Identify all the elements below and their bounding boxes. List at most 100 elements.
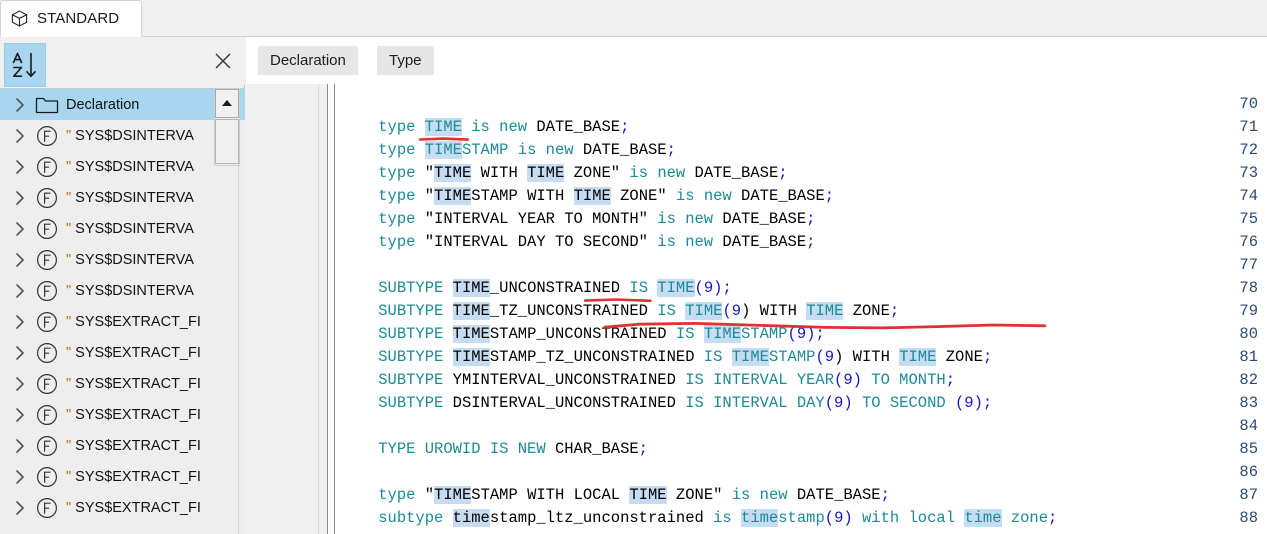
chevron-right-icon[interactable] — [10, 188, 30, 208]
code-token: ZONE — [843, 302, 890, 320]
code-line-82[interactable]: SUBTYPE YMINTERVAL_UNCONSTRAINED IS INTE… — [341, 369, 955, 392]
code-token: type — [378, 233, 425, 251]
code-token: STAMP_TZ_UNCONSTRAINED — [489, 348, 695, 366]
tree-item-9[interactable]: " SYS$EXTRACT_FI — [0, 368, 245, 399]
search-match: TIME — [452, 325, 490, 343]
tree-item-0[interactable]: Declaration — [0, 89, 245, 120]
function-icon — [32, 465, 59, 489]
code-token: ; — [945, 371, 955, 389]
tree-item-label: " SYS$EXTRACT_FI — [66, 375, 201, 392]
left-pane: Declaration " SYS$DSINTERVA " SYS$DSINTERV… — [0, 37, 245, 534]
sort-az-button[interactable] — [4, 43, 46, 87]
tree-item-10[interactable]: " SYS$EXTRACT_FI — [0, 399, 245, 430]
declaration-tree[interactable]: Declaration " SYS$DSINTERVA " SYS$DSINTERV… — [0, 88, 245, 534]
tree-item-13[interactable]: " SYS$EXTRACT_FI — [0, 492, 245, 523]
code-token: STAMP WITH — [471, 187, 574, 205]
code-token: ; — [620, 118, 630, 136]
code-token: ( — [694, 279, 704, 297]
chevron-right-icon[interactable] — [10, 281, 30, 301]
chevron-right-icon[interactable] — [10, 498, 30, 518]
chevron-right-icon[interactable] — [10, 219, 30, 239]
tree-item-6[interactable]: " SYS$DSINTERVA — [0, 275, 245, 306]
code-line-75[interactable]: type "INTERVAL YEAR TO MONTH" is new DAT… — [341, 208, 815, 231]
code-token: INTERVAL DAY — [713, 394, 825, 412]
tree-scroll-track — [238, 125, 239, 534]
tree-item-8[interactable]: " SYS$EXTRACT_FI — [0, 337, 245, 368]
chevron-right-icon[interactable] — [10, 312, 30, 332]
code-token: is new — [647, 210, 723, 228]
line-number-gutter — [246, 84, 318, 534]
tree-item-5[interactable]: " SYS$DSINTERVA — [0, 244, 245, 275]
code-line-88[interactable]: subtype timestamp_ltz_unconstrained is t… — [341, 507, 1057, 530]
code-token: 9 — [834, 394, 844, 412]
code-token: 9 — [834, 509, 844, 527]
code-line-83[interactable]: SUBTYPE DSINTERVAL_UNCONSTRAINED IS INTE… — [341, 392, 992, 415]
code-line-71[interactable]: type TIME is new DATE_BASE; — [341, 116, 629, 139]
scrollbar-thumb[interactable] — [215, 119, 239, 164]
search-match: time — [452, 509, 490, 527]
search-match: TIME — [806, 302, 844, 320]
search-match: TIME — [452, 302, 490, 320]
code-token: ( — [834, 371, 844, 389]
code-line-74[interactable]: type "TIMESTAMP WITH TIME ZONE" is new D… — [341, 185, 834, 208]
code-editor[interactable]: 7071727374757677787980818283848586878889… — [246, 84, 1267, 534]
code-token: " — [424, 486, 435, 504]
code-token: ( — [722, 302, 732, 320]
code-token: ( — [787, 325, 797, 343]
chevron-right-icon[interactable] — [10, 467, 30, 487]
filter-chip-type[interactable]: Type — [377, 46, 434, 75]
function-icon — [32, 310, 59, 334]
code-token: ); — [806, 325, 825, 343]
code-line-72[interactable]: type TIMESTAMP is new DATE_BASE; — [341, 139, 676, 162]
tree-item-2[interactable]: " SYS$DSINTERVA — [0, 151, 245, 182]
tree-item-11[interactable]: " SYS$EXTRACT_FI — [0, 430, 245, 461]
code-line-81[interactable]: SUBTYPE TIMESTAMP_TZ_UNCONSTRAINED IS TI… — [341, 346, 992, 369]
code-line-80[interactable]: SUBTYPE TIMESTAMP_UNCONSTRAINED IS TIMES… — [341, 323, 825, 346]
code-token: type — [378, 210, 425, 228]
code-token: IS — [675, 394, 714, 412]
code-token: TO MONTH — [871, 371, 946, 389]
code-content[interactable]: type TIME is new DATE_BASE; type TIMESTA… — [341, 84, 1267, 534]
tree-item-7[interactable]: " SYS$EXTRACT_FI — [0, 306, 245, 337]
code-token: zone — [1001, 509, 1049, 527]
code-token: is new — [647, 233, 723, 251]
tree-item-12[interactable]: " SYS$EXTRACT_FI — [0, 461, 245, 492]
tree-item-3[interactable]: " SYS$DSINTERVA — [0, 182, 245, 213]
scroll-up-button[interactable] — [215, 89, 239, 118]
tree-item-1[interactable]: " SYS$DSINTERVA — [0, 120, 245, 151]
tab-label: STANDARD — [37, 10, 120, 27]
tree-item-4[interactable]: " SYS$DSINTERVA — [0, 213, 245, 244]
code-line-85[interactable]: TYPE UROWID IS NEW CHAR_BASE; — [341, 438, 648, 461]
chevron-right-icon[interactable] — [10, 126, 30, 146]
chevron-right-icon[interactable] — [10, 374, 30, 394]
function-icon — [32, 124, 59, 148]
tab-standard[interactable]: STANDARD — [0, 0, 142, 37]
code-line-87[interactable]: type "TIMESTAMP WITH LOCAL TIME ZONE" is… — [341, 484, 890, 507]
code-line-79[interactable]: SUBTYPE TIME_TZ_UNCONSTRAINED IS TIME(9)… — [341, 300, 899, 323]
code-token: STAMP — [741, 325, 788, 343]
close-button[interactable] — [211, 49, 235, 73]
code-token: is new — [666, 187, 742, 205]
code-line-76[interactable]: type "INTERVAL DAY TO SECOND" is new DAT… — [341, 231, 815, 254]
chevron-right-icon[interactable] — [10, 95, 30, 115]
chevron-right-icon[interactable] — [10, 157, 30, 177]
search-match: TIME — [573, 187, 611, 205]
code-line-78[interactable]: SUBTYPE TIME_UNCONSTRAINED IS TIME(9); — [341, 277, 732, 300]
code-token: YMINTERVAL_UNCONSTRAINED — [452, 371, 676, 389]
tree-scrollbar[interactable] — [214, 88, 240, 166]
code-token: ; — [638, 440, 648, 458]
chevron-right-icon[interactable] — [10, 343, 30, 363]
filter-chip-declaration[interactable]: Declaration — [258, 46, 358, 75]
search-match: TIME — [899, 348, 937, 366]
chevron-right-icon[interactable] — [10, 250, 30, 270]
code-token: ( — [824, 394, 835, 412]
code-line-73[interactable]: type "TIME WITH TIME ZONE" is new DATE_B… — [341, 162, 788, 185]
chevron-right-icon[interactable] — [10, 405, 30, 425]
chevron-right-icon[interactable] — [10, 436, 30, 456]
